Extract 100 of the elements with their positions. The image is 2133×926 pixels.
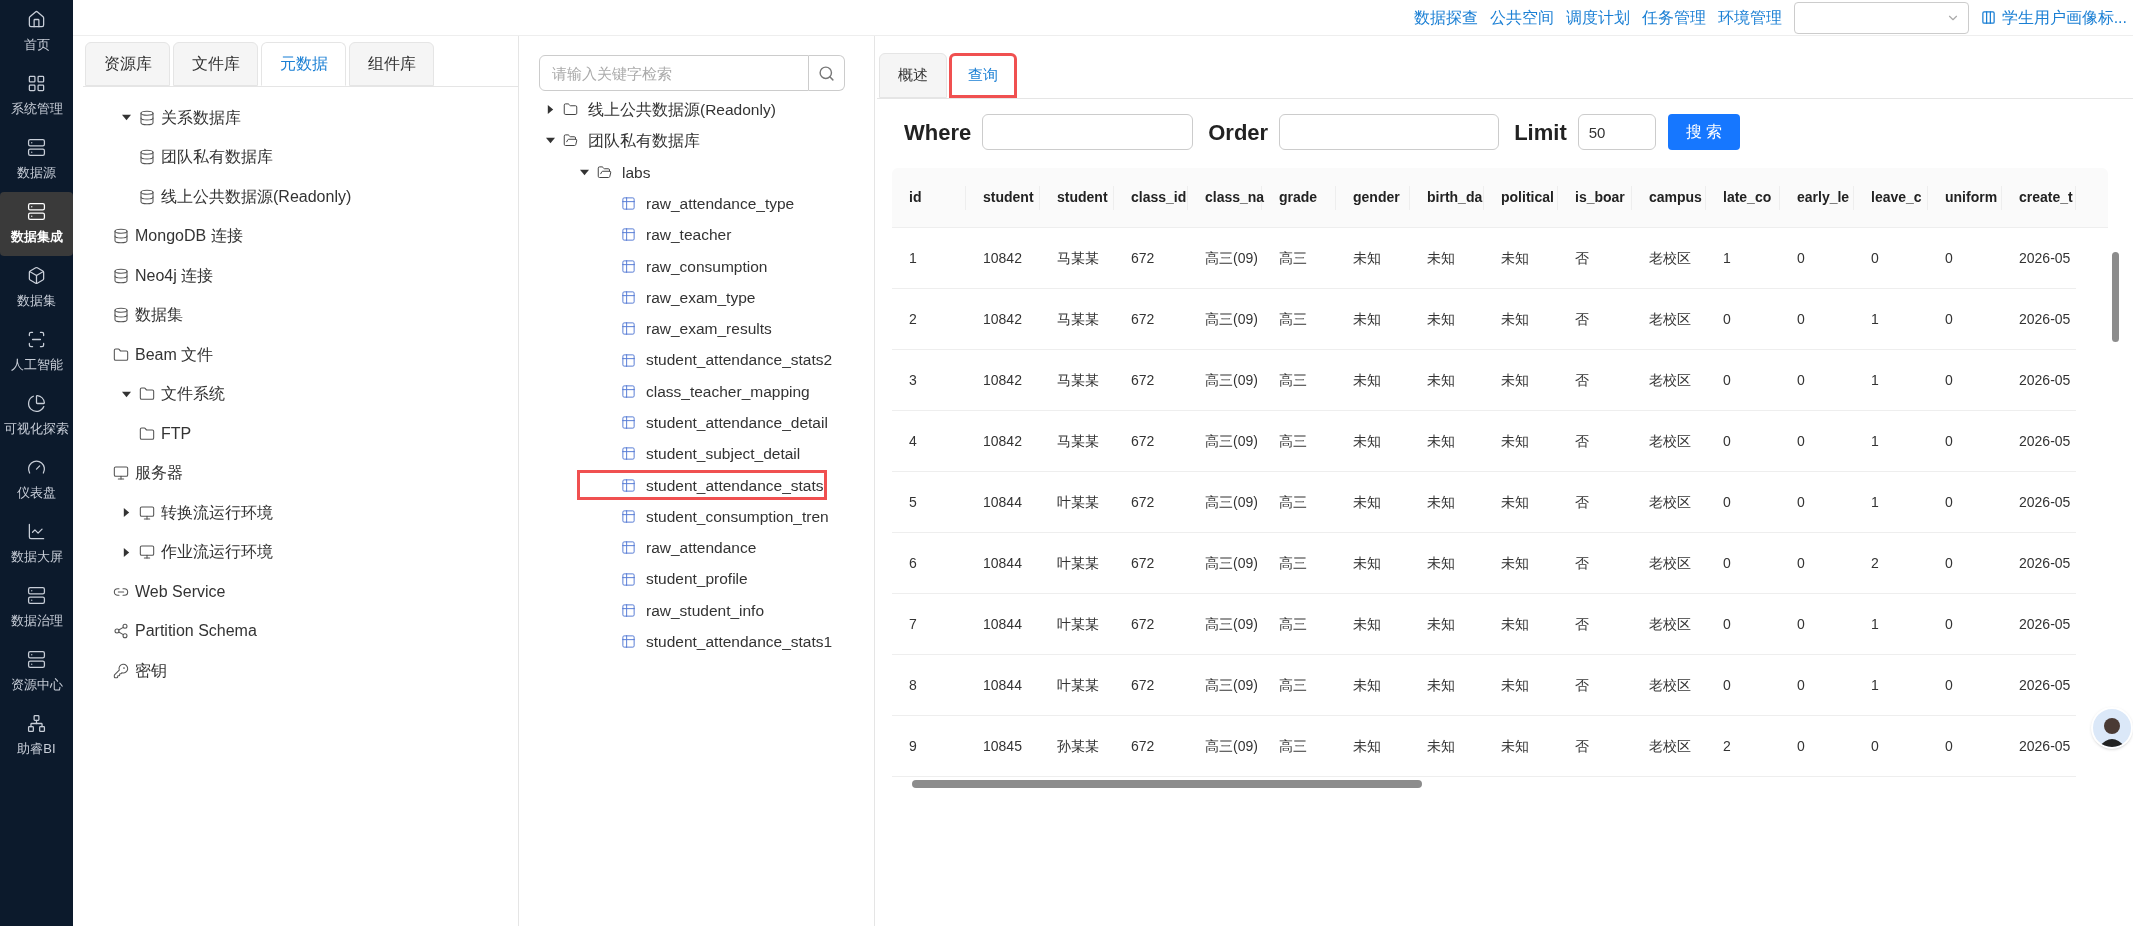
tree-item[interactable]: 转换流运行环境	[161, 500, 273, 525]
assistant-avatar[interactable]	[2091, 707, 2133, 749]
tree-item[interactable]: labs	[622, 160, 651, 184]
tree-item[interactable]: raw_attendance_type	[646, 191, 795, 216]
nav-link[interactable]: 数据探查	[1413, 5, 1478, 30]
tree-item[interactable]: 服务器	[135, 461, 183, 486]
table-cell: 高三	[1279, 311, 1307, 327]
tree-item[interactable]: student_attendance_stats	[646, 473, 824, 497]
table-cell: 0	[1723, 677, 1731, 693]
tree-item[interactable]: class_teacher_mapping	[646, 379, 810, 403]
tree-item[interactable]: 线上公共数据源(Readonly)	[588, 98, 776, 122]
caret-right-icon[interactable]	[121, 508, 131, 518]
folder-icon	[139, 425, 155, 442]
caret-down-icon[interactable]	[545, 136, 555, 146]
table-icon	[621, 352, 636, 368]
home-icon	[27, 9, 46, 29]
nav-item[interactable]: 仪表盘	[0, 448, 73, 512]
nav-item[interactable]: 数据治理	[0, 576, 73, 640]
nav-item[interactable]: 人工智能	[0, 320, 73, 384]
table-cell: 未知	[1501, 738, 1529, 754]
nav-item[interactable]: 可视化探索	[0, 384, 73, 448]
project-link[interactable]: 学生用户画像标...	[1980, 5, 2127, 30]
tree-item[interactable]: Web Service	[135, 579, 226, 604]
nav-item[interactable]: 首页	[0, 0, 73, 64]
table-cell: 高三(09)	[1205, 738, 1258, 754]
table-cell: 未知	[1427, 738, 1455, 754]
table-cell: 高三(09)	[1205, 555, 1258, 571]
tree-item[interactable]: raw_consumption	[646, 254, 768, 278]
tree-item[interactable]: 作业流运行环境	[161, 540, 273, 565]
tree-item[interactable]: student_attendance_stats2	[646, 348, 833, 372]
search-button[interactable]: 搜 索	[1667, 114, 1740, 150]
nav-link[interactable]: 公共空间	[1489, 5, 1554, 30]
tree-item[interactable]: raw_attendance	[646, 536, 757, 560]
nav-item[interactable]: 资源中心	[0, 640, 73, 704]
table-cell: 0	[1723, 616, 1731, 632]
tree-item[interactable]: 数据集	[135, 303, 183, 328]
table-cell: 未知	[1501, 555, 1529, 571]
tree-item[interactable]: 团队私有数据库	[161, 145, 273, 170]
pie-chart-icon	[27, 393, 46, 413]
order-field[interactable]	[1279, 114, 1500, 150]
tree-item[interactable]: FTP	[161, 421, 192, 446]
select-field[interactable]	[1793, 1, 1969, 34]
tree-item[interactable]: 线上公共数据源(Readonly)	[161, 184, 352, 209]
nav-link[interactable]: 任务管理	[1641, 5, 1706, 30]
tree-item[interactable]: raw_exam_results	[646, 317, 772, 341]
tree-item[interactable]: student_subject_detail	[646, 442, 801, 466]
caret-down-icon[interactable]	[121, 389, 131, 399]
tree-item[interactable]: Beam 文件	[135, 342, 214, 367]
table-cell: 高三	[1279, 738, 1307, 754]
table-icon	[621, 289, 636, 305]
tree-item[interactable]: 密钥	[135, 658, 167, 683]
tree-item[interactable]: student_consumption_tren	[646, 504, 829, 529]
tab[interactable]: 概述	[879, 53, 947, 98]
nav-link[interactable]: 环境管理	[1717, 5, 1782, 30]
server-icon	[27, 649, 46, 669]
table-cell: 高三	[1279, 494, 1307, 510]
limit-field[interactable]: 50	[1577, 114, 1656, 150]
tab[interactable]: 组件库	[349, 42, 434, 86]
caret-right-icon[interactable]	[121, 547, 131, 557]
tree-item[interactable]: raw_student_info	[646, 598, 765, 622]
nav-item[interactable]: 数据集成	[0, 192, 73, 256]
caret-down-icon[interactable]	[121, 113, 131, 123]
tree-item[interactable]: MongoDB 连接	[135, 224, 243, 249]
tree-item[interactable]: 关系数据库	[161, 105, 241, 130]
caret-down-icon[interactable]	[579, 167, 589, 177]
tree-item[interactable]: raw_teacher	[646, 223, 732, 247]
tree-item[interactable]: Neo4j 连接	[135, 263, 214, 288]
table-cell: 未知	[1427, 372, 1455, 388]
tree-item[interactable]: raw_exam_type	[646, 285, 756, 310]
table-cell: 未知	[1353, 250, 1381, 266]
tree-item[interactable]: student_attendance_stats1	[646, 630, 833, 654]
table-cell: 叶某某	[1057, 555, 1099, 571]
tab[interactable]: 资源库	[85, 42, 170, 86]
column-header: uniform	[1945, 188, 1998, 207]
table-cell: 叶某某	[1057, 494, 1099, 510]
where-field[interactable]	[982, 114, 1194, 150]
grid-icon	[27, 73, 46, 93]
tree-item[interactable]: student_profile	[646, 567, 748, 591]
tab[interactable]: 查询	[949, 53, 1017, 98]
caret-right-icon[interactable]	[545, 105, 555, 115]
table-cell: 未知	[1353, 311, 1381, 327]
nav-item[interactable]: 助睿BI	[0, 704, 73, 768]
search-button[interactable]	[809, 55, 845, 91]
search-field[interactable]: 请输入关键字检索	[539, 55, 809, 91]
nav-item[interactable]: 系统管理	[0, 64, 73, 128]
tree-item[interactable]: student_attendance_detail	[646, 411, 828, 435]
table-cell: 10842	[983, 311, 1022, 327]
nav-item[interactable]: 数据源	[0, 128, 73, 192]
table-cell: 10844	[983, 616, 1022, 632]
tab[interactable]: 文件库	[173, 42, 258, 86]
nav-item[interactable]: 数据大屏	[0, 512, 73, 576]
tab[interactable]: 元数据	[261, 42, 346, 86]
table-cell: 2026-05	[2019, 494, 2071, 510]
table-cell: 0	[1945, 372, 1953, 388]
tree-item[interactable]: 文件系统	[161, 382, 225, 407]
nav-link[interactable]: 调度计划	[1565, 5, 1630, 30]
tree-item[interactable]: 团队私有数据库	[588, 129, 700, 153]
tree-item[interactable]: Partition Schema	[135, 619, 257, 644]
table-cell: 1	[1871, 433, 1879, 449]
nav-item[interactable]: 数据集	[0, 256, 73, 320]
